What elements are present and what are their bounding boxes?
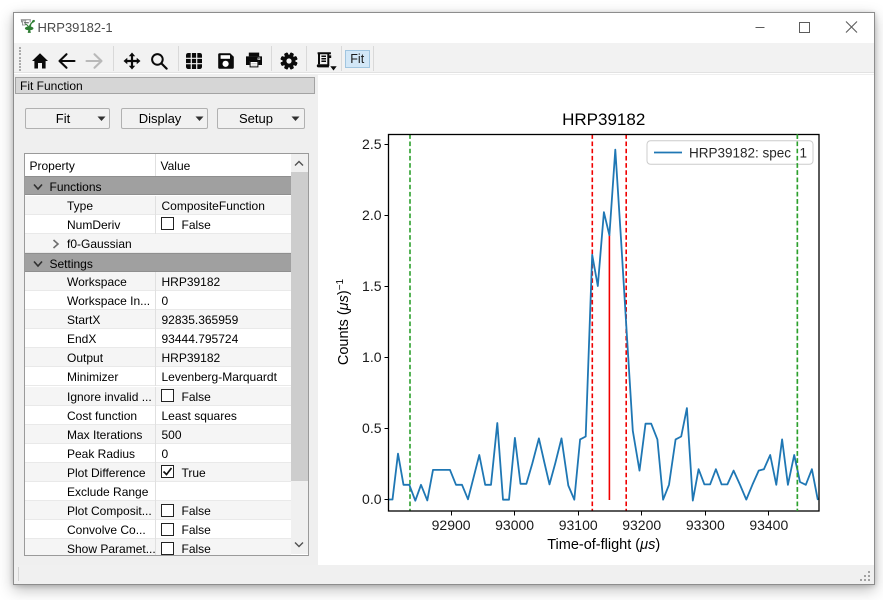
svg-text:93400: 93400 <box>749 517 788 533</box>
svg-text:HRP39182: HRP39182 <box>562 110 645 129</box>
svg-text:1: 1 <box>800 146 808 161</box>
svg-text:0.5: 0.5 <box>362 420 382 436</box>
svg-text:Time-of-flight (μs): Time-of-flight (μs) <box>547 537 660 553</box>
svg-text:1.5: 1.5 <box>362 278 382 294</box>
svg-text:93000: 93000 <box>495 517 534 533</box>
svg-text:93300: 93300 <box>686 517 725 533</box>
svg-text:93200: 93200 <box>622 517 661 533</box>
svg-text:1.0: 1.0 <box>362 349 382 365</box>
svg-text:2.5: 2.5 <box>362 136 382 152</box>
svg-text:0.0: 0.0 <box>362 491 382 507</box>
svg-text:Counts (μs)−1: Counts (μs)−1 <box>335 278 353 365</box>
svg-text:93100: 93100 <box>559 517 598 533</box>
svg-text:HRP39182: spec: HRP39182: spec <box>689 146 791 161</box>
svg-text:2.0: 2.0 <box>362 207 382 223</box>
svg-text:92900: 92900 <box>432 517 471 533</box>
